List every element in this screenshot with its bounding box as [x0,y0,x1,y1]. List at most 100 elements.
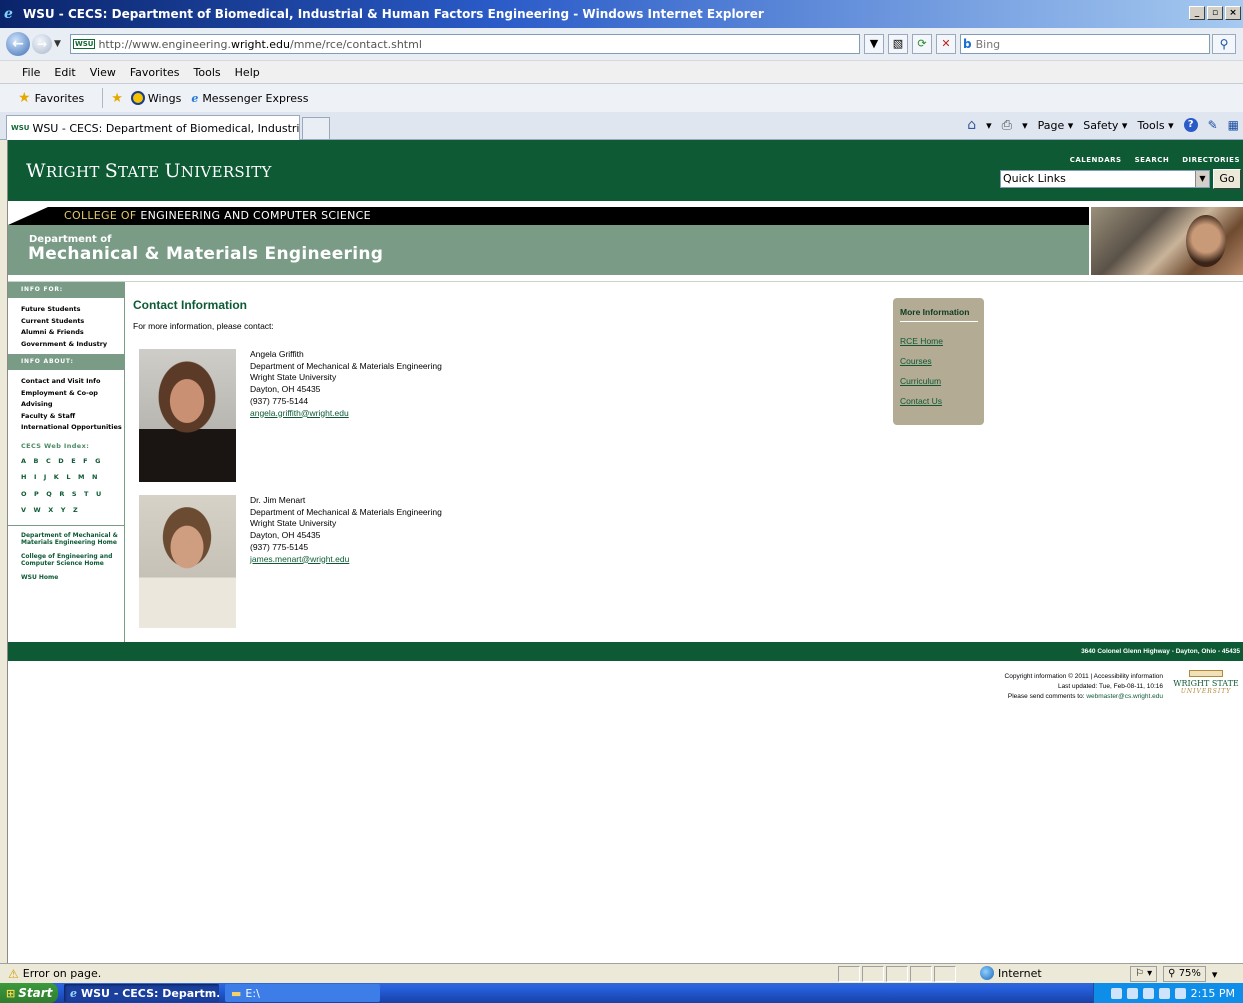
tray-icon[interactable] [1110,987,1122,999]
forward-button[interactable]: → [32,34,52,54]
tray-icon[interactable] [1174,987,1186,999]
curriculum-link[interactable]: Curriculum [900,376,984,386]
restore-button[interactable]: ▫ [1207,6,1223,20]
contact-us-link[interactable]: Contact Us [900,396,984,406]
sidebar-item-faculty-staff[interactable]: Faculty & Staff [21,411,124,423]
recent-pages-dropdown[interactable]: ▼ [54,39,66,49]
sidebar-item-government-industry[interactable]: Government & Industry [21,339,124,351]
home-dropdown-icon[interactable]: ▾ [986,119,992,132]
webmaster-email-link[interactable]: webmaster@cs.wright.edu [1086,693,1163,700]
print-icon[interactable]: ⎙ [1002,118,1012,133]
taskbar-ie-window[interactable]: e WSU - CECS: Departm... [64,984,219,1002]
index-letter[interactable]: E [71,453,75,470]
contact-email-link[interactable]: james.menart@wright.edu [250,554,349,564]
tools-menu[interactable]: Tools ▾ [1137,119,1173,132]
search-input[interactable]: b Bing [960,34,1210,54]
index-letter[interactable]: D [58,453,63,470]
refresh-icon[interactable]: ⟳ [912,34,932,54]
index-letter[interactable]: N [92,469,97,486]
wsu-home-link[interactable]: WSU Home [21,574,124,582]
menu-favorites[interactable]: Favorites [130,66,180,79]
index-letter[interactable]: O [21,486,27,503]
college-home-link[interactable]: College of Engineering and Computer Scie… [21,553,124,568]
zoom-level-button[interactable]: ⚲ 75% [1163,966,1206,982]
stop-icon[interactable]: ✕ [936,34,956,54]
copyright-line[interactable]: Copyright information © 2011 | Accessibi… [908,672,1163,682]
compatibility-view-icon[interactable]: ▧ [888,34,908,54]
search-icon[interactable]: ⚲ [1212,34,1236,54]
sidebar-item-employment-coop[interactable]: Employment & Co-op [21,388,124,400]
tray-icon[interactable] [1158,987,1170,999]
help-icon[interactable]: ? [1183,118,1198,132]
index-letter[interactable]: Q [46,486,52,503]
minimize-button[interactable]: _ [1189,6,1205,20]
index-letter[interactable]: Z [73,502,78,519]
status-message[interactable]: Error on page. [23,967,101,980]
taskbar-folder-window[interactable]: ▬ E:\ [225,984,380,1002]
home-icon[interactable]: ⌂ [967,117,976,133]
index-letter[interactable]: I [34,469,36,486]
index-letter[interactable]: H [21,469,26,486]
safety-menu[interactable]: Safety ▾ [1083,119,1127,132]
index-letter[interactable]: P [34,486,39,503]
research-icon[interactable]: ✎ [1208,118,1218,132]
index-letter[interactable]: S [72,486,77,503]
print-dropdown-icon[interactable]: ▾ [1022,119,1028,132]
college-bar[interactable]: COLLEGE OF ENGINEERING AND COMPUTER SCIE… [8,207,1089,225]
tray-icon[interactable] [1142,987,1154,999]
favorite-messenger-express[interactable]: e Messenger Express [191,92,308,105]
tab-current-page[interactable]: WSU WSU - CECS: Department of Biomedical… [6,115,300,140]
address-dropdown-button[interactable]: ▼ [864,34,884,54]
contact-email-link[interactable]: angela.griffith@wright.edu [250,408,349,418]
zoom-dropdown-icon[interactable]: ▾ [1212,968,1218,981]
index-letter[interactable]: T [84,486,88,503]
wright-state-logo[interactable]: WRIGHT STATE UNIVERSITY [26,160,272,182]
index-letter[interactable]: R [59,486,64,503]
warning-icon[interactable]: ⚠ [8,967,19,981]
clock[interactable]: 2:15 PM [1191,987,1235,1000]
index-letter[interactable]: W [34,502,41,519]
sidebar-item-contact-visit[interactable]: Contact and Visit Info [21,376,124,388]
start-button[interactable]: ⊞ Start [0,983,58,1003]
back-button[interactable]: ← [6,32,30,56]
index-letter[interactable]: L [66,469,70,486]
sidebar-item-advising[interactable]: Advising [21,399,124,411]
search-link[interactable]: SEARCH [1135,156,1170,164]
favorite-wings[interactable]: Wings [130,91,181,105]
courses-link[interactable]: Courses [900,356,984,366]
protected-mode-icon[interactable]: ⚐ ▾ [1130,966,1158,982]
new-tab-button[interactable] [302,117,330,140]
index-letter[interactable]: M [78,469,84,486]
rce-home-link[interactable]: RCE Home [900,336,984,346]
address-input[interactable]: WSU http://www.engineering.wright.edu/mm… [70,34,860,54]
menu-file[interactable]: File [22,66,40,79]
favorites-button[interactable]: ★ Favorites [18,90,84,106]
security-zone[interactable]: Internet [980,966,1042,980]
index-letter[interactable]: K [54,469,59,486]
sidebar-item-current-students[interactable]: Current Students [21,316,124,328]
menu-edit[interactable]: Edit [54,66,75,79]
department-banner[interactable]: Department of Mechanical & Materials Eng… [8,225,1089,275]
tray-icon[interactable] [1126,987,1138,999]
toolbar-extras-icon[interactable]: ▦ [1228,118,1239,132]
department-home-link[interactable]: Department of Mechanical & Materials Eng… [21,532,124,547]
sidebar-item-alumni-friends[interactable]: Alumni & Friends [21,327,124,339]
footer-wsu-logo[interactable]: WRIGHT STATE UNIVERSITY [1171,670,1241,695]
index-letter[interactable]: B [34,453,39,470]
index-letter[interactable]: J [44,469,46,486]
menu-tools[interactable]: Tools [194,66,221,79]
quick-links-select[interactable]: Quick Links ▼ [1000,170,1210,188]
sidebar-item-international[interactable]: International Opportunities [21,422,124,434]
add-to-favorites-icon[interactable]: ★ [111,91,123,106]
go-button[interactable]: Go [1213,169,1241,189]
index-letter[interactable]: X [48,502,53,519]
sidebar-item-future-students[interactable]: Future Students [21,304,124,316]
close-window-button[interactable]: × [1225,6,1241,20]
index-letter[interactable]: U [96,486,101,503]
index-letter[interactable]: Y [61,502,66,519]
index-letter[interactable]: V [21,502,26,519]
calendars-link[interactable]: CALENDARS [1070,156,1122,164]
index-letter[interactable]: C [46,453,51,470]
directories-link[interactable]: DIRECTORIES [1182,156,1240,164]
index-letter[interactable]: F [83,453,87,470]
